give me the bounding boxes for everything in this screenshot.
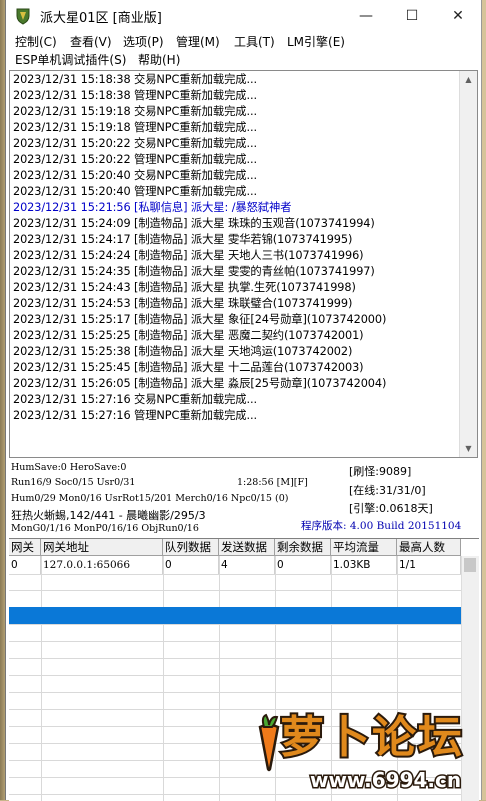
menu-manage[interactable]: 管理(M): [176, 33, 220, 50]
log-line: 2023/12/31 15:18:38 交易NPC重新加载完成...: [13, 73, 257, 86]
log-line: 2023/12/31 15:25:25 [制造物品] 派大星 恶魔二契约(107…: [13, 329, 364, 342]
log-line: 2023/12/31 15:20:22 管理NPC重新加载完成...: [13, 153, 257, 166]
status-uptime: 1:28:56 [M][F]: [237, 477, 308, 488]
log-scrollbar[interactable]: ▲ ▼: [459, 71, 477, 457]
log-line: 2023/12/31 15:18:38 管理NPC重新加载完成...: [13, 89, 257, 102]
program-version: 程序版本: 4.00 Build 20151104: [301, 520, 462, 532]
cell-remaining: 0: [275, 556, 331, 574]
row-divider: [9, 590, 461, 591]
online-count-label: [在线:31/31/0]: [349, 484, 426, 497]
log-line: 2023/12/31 15:27:16 交易NPC重新加载完成...: [13, 393, 257, 406]
log-line: 2023/12/31 15:24:24 [制造物品] 派大星 天地人三书(107…: [13, 249, 364, 262]
col-header-address[interactable]: 网关地址: [41, 539, 163, 556]
scroll-up-icon[interactable]: ▲: [460, 71, 477, 88]
selected-row-highlight[interactable]: [9, 607, 461, 624]
column-divider: [41, 556, 42, 801]
cell-address: 127.0.0.1:65066: [41, 556, 163, 574]
log-line: 2023/12/31 15:27:16 管理NPC重新加载完成...: [13, 409, 257, 422]
col-header-queue[interactable]: 队列数据: [163, 539, 219, 556]
cell-max-users: 1/1: [397, 556, 461, 574]
watermark-url: www.6994.cn: [308, 767, 462, 794]
menu-view[interactable]: 查看(V): [70, 33, 112, 50]
row-divider: [9, 675, 461, 676]
log-line: 2023/12/31 15:24:53 [制造物品] 派大星 珠联璧合(1073…: [13, 297, 353, 310]
cell-gateway: 0: [9, 556, 41, 574]
app-shield-icon: [16, 8, 30, 25]
log-line: 2023/12/31 15:25:17 [制造物品] 派大星 象征[24号勋章]…: [13, 313, 387, 326]
row-divider: [9, 692, 461, 693]
status-mon-objects: MonG0/1/16 MonP0/16/16 ObjRun0/16: [11, 523, 199, 534]
log-line: 2023/12/31 15:24:35 [制造物品] 派大星 雯雯的青丝帕(10…: [13, 265, 375, 278]
menu-lm-engine[interactable]: LM引擎(E): [287, 33, 345, 50]
row-divider: [9, 641, 461, 642]
forum-watermark-logo: 萝卜论坛 www.6994.cn: [240, 695, 480, 800]
log-line: 2023/12/31 15:24:43 [制造物品] 派大星 执掌.生死(107…: [13, 281, 356, 294]
log-line: 2023/12/31 15:20:40 交易NPC重新加载完成...: [13, 169, 257, 182]
menu-tools[interactable]: 工具(T): [234, 33, 275, 50]
status-panel: HumSave:0 HeroSave:0 Run16/9 Soc0/15 Usr…: [9, 460, 479, 536]
menu-options[interactable]: 选项(P): [123, 33, 164, 50]
server-window: 派大星01区 [商业版] — ☐ ✕ 控制(C) 查看(V) 选项(P) 管理(…: [5, 0, 482, 801]
title-bar[interactable]: 派大星01区 [商业版] — ☐ ✕: [6, 0, 481, 32]
col-header-remaining[interactable]: 剩余数据: [275, 539, 331, 556]
refresh-monsters-label: [刷怪:9089]: [349, 465, 412, 478]
log-line: 2023/12/31 15:20:40 管理NPC重新加载完成...: [13, 185, 257, 198]
close-button[interactable]: ✕: [435, 0, 481, 32]
status-run: Run16/9 Soc0/15 Usr0/31: [11, 477, 136, 488]
col-header-sent[interactable]: 发送数据: [219, 539, 275, 556]
row-divider: [9, 658, 461, 659]
log-line: 2023/12/31 15:19:18 管理NPC重新加载完成...: [13, 121, 257, 134]
maximize-icon: ☐: [405, 8, 419, 24]
cell-queue: 0: [163, 556, 219, 574]
menu-help[interactable]: 帮助(H): [138, 51, 180, 68]
log-line: 2023/12/31 15:24:09 [制造物品] 派大星 珠珠的玉观音(10…: [13, 217, 375, 230]
row-divider: [9, 624, 461, 625]
minimize-button[interactable]: —: [343, 0, 389, 32]
log-line: 2023/12/31 15:26:05 [制造物品] 派大星 淼辰[25号勋章]…: [13, 377, 387, 390]
table-scroll-thumb[interactable]: [464, 558, 476, 572]
menu-bar: 控制(C) 查看(V) 选项(P) 管理(M) 工具(T) LM引擎(E) ES…: [6, 32, 481, 68]
status-save: HumSave:0 HeroSave:0: [11, 462, 127, 473]
menu-control[interactable]: 控制(C): [15, 33, 57, 50]
log-line: 2023/12/31 15:19:18 交易NPC重新加载完成...: [13, 105, 257, 118]
row-divider: [9, 574, 461, 575]
col-header-avg-flow[interactable]: 平均流量: [331, 539, 397, 556]
engine-days-label: [引擎:0.0618天]: [349, 502, 433, 515]
close-icon: ✕: [452, 8, 464, 24]
status-counts: Hum0/29 Mon0/16 UsrRot15/201 Merch0/16 N…: [11, 493, 289, 504]
scroll-down-icon[interactable]: ▼: [460, 440, 477, 457]
minimize-icon: —: [359, 8, 373, 24]
col-header-max-users[interactable]: 最高人数: [397, 539, 461, 556]
column-divider: [163, 556, 164, 801]
log-line: 2023/12/31 15:25:38 [制造物品] 派大星 天地鸿运(1073…: [13, 345, 353, 358]
log-line: 2023/12/31 15:20:22 交易NPC重新加载完成...: [13, 137, 257, 150]
server-log[interactable]: 2023/12/31 15:18:38 交易NPC重新加载完成... 2023/1…: [9, 70, 478, 458]
log-line: 2023/12/31 15:25:45 [制造物品] 派大星 十二品莲台(107…: [13, 361, 364, 374]
maximize-button[interactable]: ☐: [389, 0, 435, 32]
watermark-text: 萝卜论坛: [278, 710, 464, 765]
status-monster: 狂热火蜥蜴,142/441 - 晨曦幽影/295/3: [11, 509, 206, 522]
column-divider: [219, 556, 220, 801]
window-title: 派大星01区 [商业版]: [40, 11, 162, 26]
cell-sent: 4: [219, 556, 275, 574]
menu-esp-plugin[interactable]: ESP单机调试插件(S): [15, 51, 126, 68]
cell-avg-flow: 1.03KB: [331, 556, 397, 574]
log-line: 2023/12/31 15:24:17 [制造物品] 派大星 雯华若锦(1073…: [13, 233, 353, 246]
col-header-gateway[interactable]: 网关: [9, 539, 41, 556]
log-line-private-message: 2023/12/31 15:21:56 [私聊信息] 派大星: /暴怒弑神者: [13, 201, 292, 214]
log-lines: 2023/12/31 15:18:38 交易NPC重新加载完成... 2023/1…: [13, 72, 453, 424]
